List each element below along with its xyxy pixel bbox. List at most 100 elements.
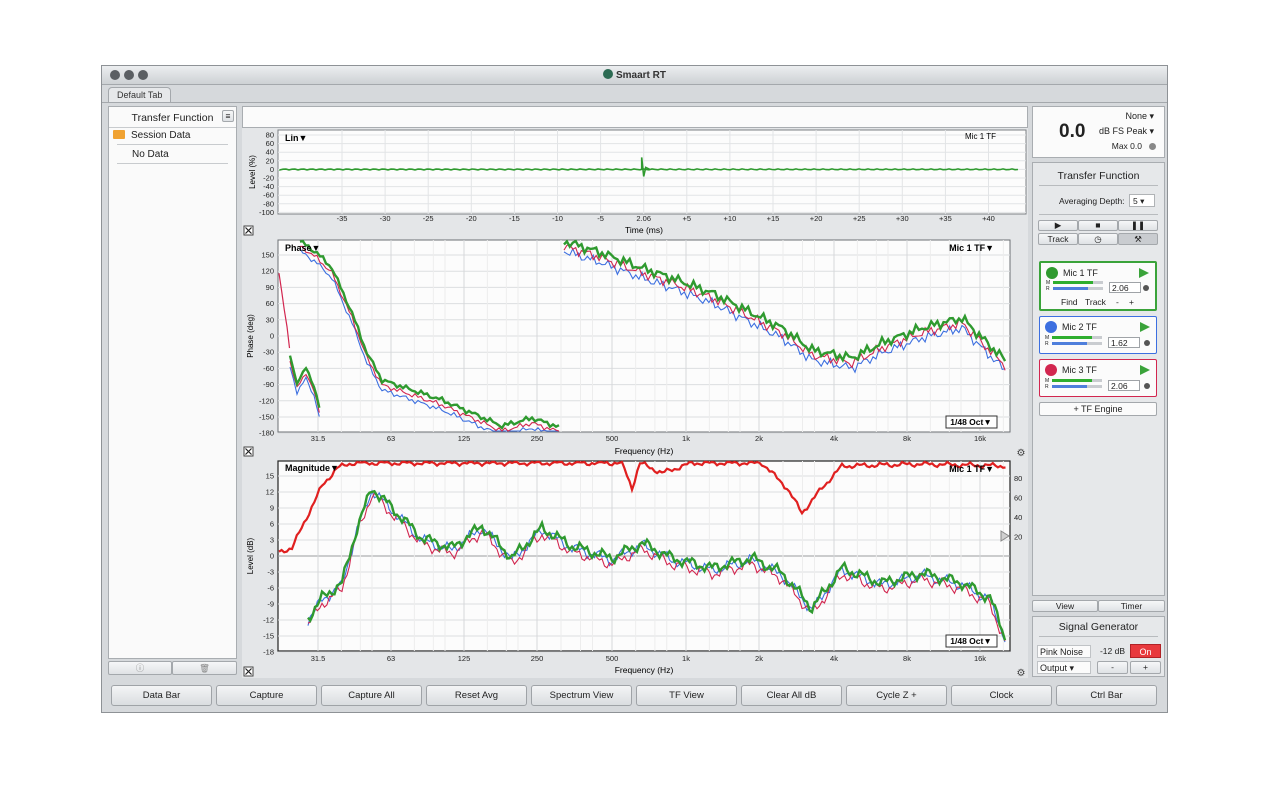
phase-ylabel: Phase (deg) [246, 314, 255, 358]
timer-icon[interactable]: ◷ [1078, 233, 1118, 245]
mic1-color-icon[interactable] [1046, 267, 1058, 279]
mag-y-tick: 0 [270, 552, 274, 561]
mic3-name: Mic 3 TF [1062, 365, 1097, 375]
data-bar-button[interactable]: Data Bar [111, 685, 212, 706]
mic1-find-button[interactable]: Find [1061, 297, 1078, 307]
mic2-meter-m [1052, 336, 1102, 339]
data-tree-panel: Transfer Function ≡ Session Data No Data [108, 106, 237, 659]
lin-x-tick: -5 [597, 214, 604, 223]
mic2-play-icon[interactable] [1140, 322, 1150, 332]
mic3-delay-field[interactable]: 2.06 [1108, 380, 1140, 391]
measurement-card-mic2[interactable]: Mic 2 TF M R 1.62 [1039, 316, 1157, 354]
phase-gear-icon[interactable]: ⚙ [1017, 448, 1026, 459]
mag-x-tick: 125 [458, 654, 471, 663]
phase-x-tick: 1k [682, 434, 690, 443]
phase-y-tick: 30 [266, 315, 274, 324]
lin-x-tick: -20 [466, 214, 477, 223]
lin-x-tick: +20 [810, 214, 823, 223]
mic2-meter-r [1052, 342, 1102, 345]
mic1-plus-button[interactable]: + [1129, 297, 1134, 307]
mic1-delay-field[interactable]: 2.06 [1109, 282, 1141, 293]
averaging-depth-select[interactable]: 5 ▾ [1129, 194, 1155, 207]
mag-x-tick: 16k [974, 654, 986, 663]
panel-menu-icon[interactable]: ≡ [222, 110, 234, 122]
signal-level-minus-button[interactable]: - [1097, 661, 1128, 674]
tf-view-button[interactable]: TF View [636, 685, 737, 706]
meter-source-select[interactable]: None ▾ [1125, 111, 1154, 122]
info-icon[interactable]: ⓘ [108, 661, 172, 675]
phase-x-tick: 31.5 [311, 434, 326, 443]
measurement-card-mic1[interactable]: Mic 1 TF M R 2.06 Find Track - + [1039, 261, 1157, 311]
folder-icon [113, 130, 125, 139]
meter-mode-select[interactable]: dB FS Peak ▾ [1099, 126, 1154, 137]
meter-reset-icon[interactable] [1149, 143, 1156, 150]
plot-header-strip [242, 106, 1028, 128]
measurement-card-mic3[interactable]: Mic 3 TF M R 2.06 [1039, 359, 1157, 397]
clear-all-db-button[interactable]: Clear All dB [741, 685, 842, 706]
stop-button[interactable]: ■ [1078, 220, 1118, 231]
signal-on-button[interactable]: On [1130, 644, 1161, 658]
mic3-color-icon[interactable] [1045, 364, 1057, 376]
mag-gear-icon[interactable]: ⚙ [1017, 668, 1026, 678]
lin-x-tick: 2.06 [636, 214, 651, 223]
signal-level-plus-button[interactable]: + [1130, 661, 1161, 674]
lin-x-tick: -25 [423, 214, 434, 223]
averaging-label: Averaging Depth: [1059, 196, 1125, 206]
mag-mode-label[interactable]: Magnitude▼ [285, 463, 339, 473]
mag-coherence-tick: 20 [1014, 533, 1022, 542]
mag-y-tick: -3 [267, 568, 274, 577]
lin-ylabel: Level (%) [248, 155, 257, 189]
level-meter-value: 0.0 [1059, 121, 1086, 142]
add-tf-engine-button[interactable]: + TF Engine [1039, 402, 1157, 416]
mag-y-tick: 12 [266, 488, 274, 497]
mic2-color-icon[interactable] [1045, 321, 1057, 333]
lin-plot-area[interactable] [277, 129, 1027, 215]
mic1-track-button[interactable]: Track [1085, 297, 1106, 307]
clock-button[interactable]: Clock [951, 685, 1052, 706]
spectrum-view-button[interactable]: Spectrum View [531, 685, 632, 706]
capture-all-button[interactable]: Capture All [321, 685, 422, 706]
cycle-z-button[interactable]: Cycle Z + [846, 685, 947, 706]
mic2-delay-field[interactable]: 1.62 [1108, 337, 1140, 348]
mag-trace-label[interactable]: Mic 1 TF▼ [949, 464, 994, 474]
phase-trace-label[interactable]: Mic 1 TF▼ [949, 243, 994, 253]
phase-x-tick: 500 [606, 434, 619, 443]
phase-smoothing-button[interactable]: 1/48 Oct▼ [945, 415, 998, 429]
mag-y-tick: -12 [263, 616, 274, 625]
track-button[interactable]: Track [1038, 233, 1078, 245]
play-button[interactable]: ▶ [1038, 220, 1078, 231]
mic1-play-icon[interactable] [1139, 268, 1149, 278]
view-tab[interactable]: View [1032, 600, 1098, 612]
trash-icon[interactable]: 🗑 [172, 661, 237, 675]
mag-smoothing-button[interactable]: 1/48 Oct▼ [945, 634, 998, 648]
phase-close-icon[interactable] [243, 446, 254, 457]
lin-close-icon[interactable] [243, 225, 254, 236]
mag-xlabel: Frequency (Hz) [615, 665, 674, 675]
capture-button[interactable]: Capture [216, 685, 317, 706]
window-title: Smaart RT [102, 69, 1167, 81]
phase-mode-label[interactable]: Phase▼ [285, 243, 320, 253]
mag-close-icon[interactable] [243, 666, 254, 677]
lin-mode-label[interactable]: Lin▼ [285, 133, 307, 143]
timer-tab[interactable]: Timer [1098, 600, 1165, 612]
lin-x-tick: +30 [896, 214, 909, 223]
pause-button[interactable]: ❚❚ [1118, 220, 1158, 231]
tf-panel-title: Transfer Function [1057, 170, 1140, 182]
reset-avg-button[interactable]: Reset Avg [426, 685, 527, 706]
lin-trace-label: Mic 1 TF [965, 132, 996, 141]
signal-type-select[interactable]: Pink Noise ▾ [1037, 645, 1091, 670]
ctrl-bar-button[interactable]: Ctrl Bar [1056, 685, 1157, 706]
lin-x-tick: +10 [724, 214, 737, 223]
tools-icon[interactable]: ⚒ [1118, 233, 1158, 245]
mic3-play-icon[interactable] [1140, 365, 1150, 375]
mag-y-tick: 9 [270, 504, 274, 513]
tree-item-session-data[interactable]: Session Data [113, 130, 190, 141]
lin-y-tick: -100 [259, 208, 274, 217]
mag-x-tick: 2k [755, 654, 763, 663]
lin-x-tick: +35 [939, 214, 952, 223]
tab-default[interactable]: Default Tab [108, 87, 172, 102]
phase-x-tick: 125 [458, 434, 471, 443]
mic1-minus-button[interactable]: - [1116, 297, 1119, 307]
signal-output-select[interactable]: Output ▾ [1037, 661, 1091, 674]
mag-coherence-tick: 80 [1014, 474, 1022, 483]
